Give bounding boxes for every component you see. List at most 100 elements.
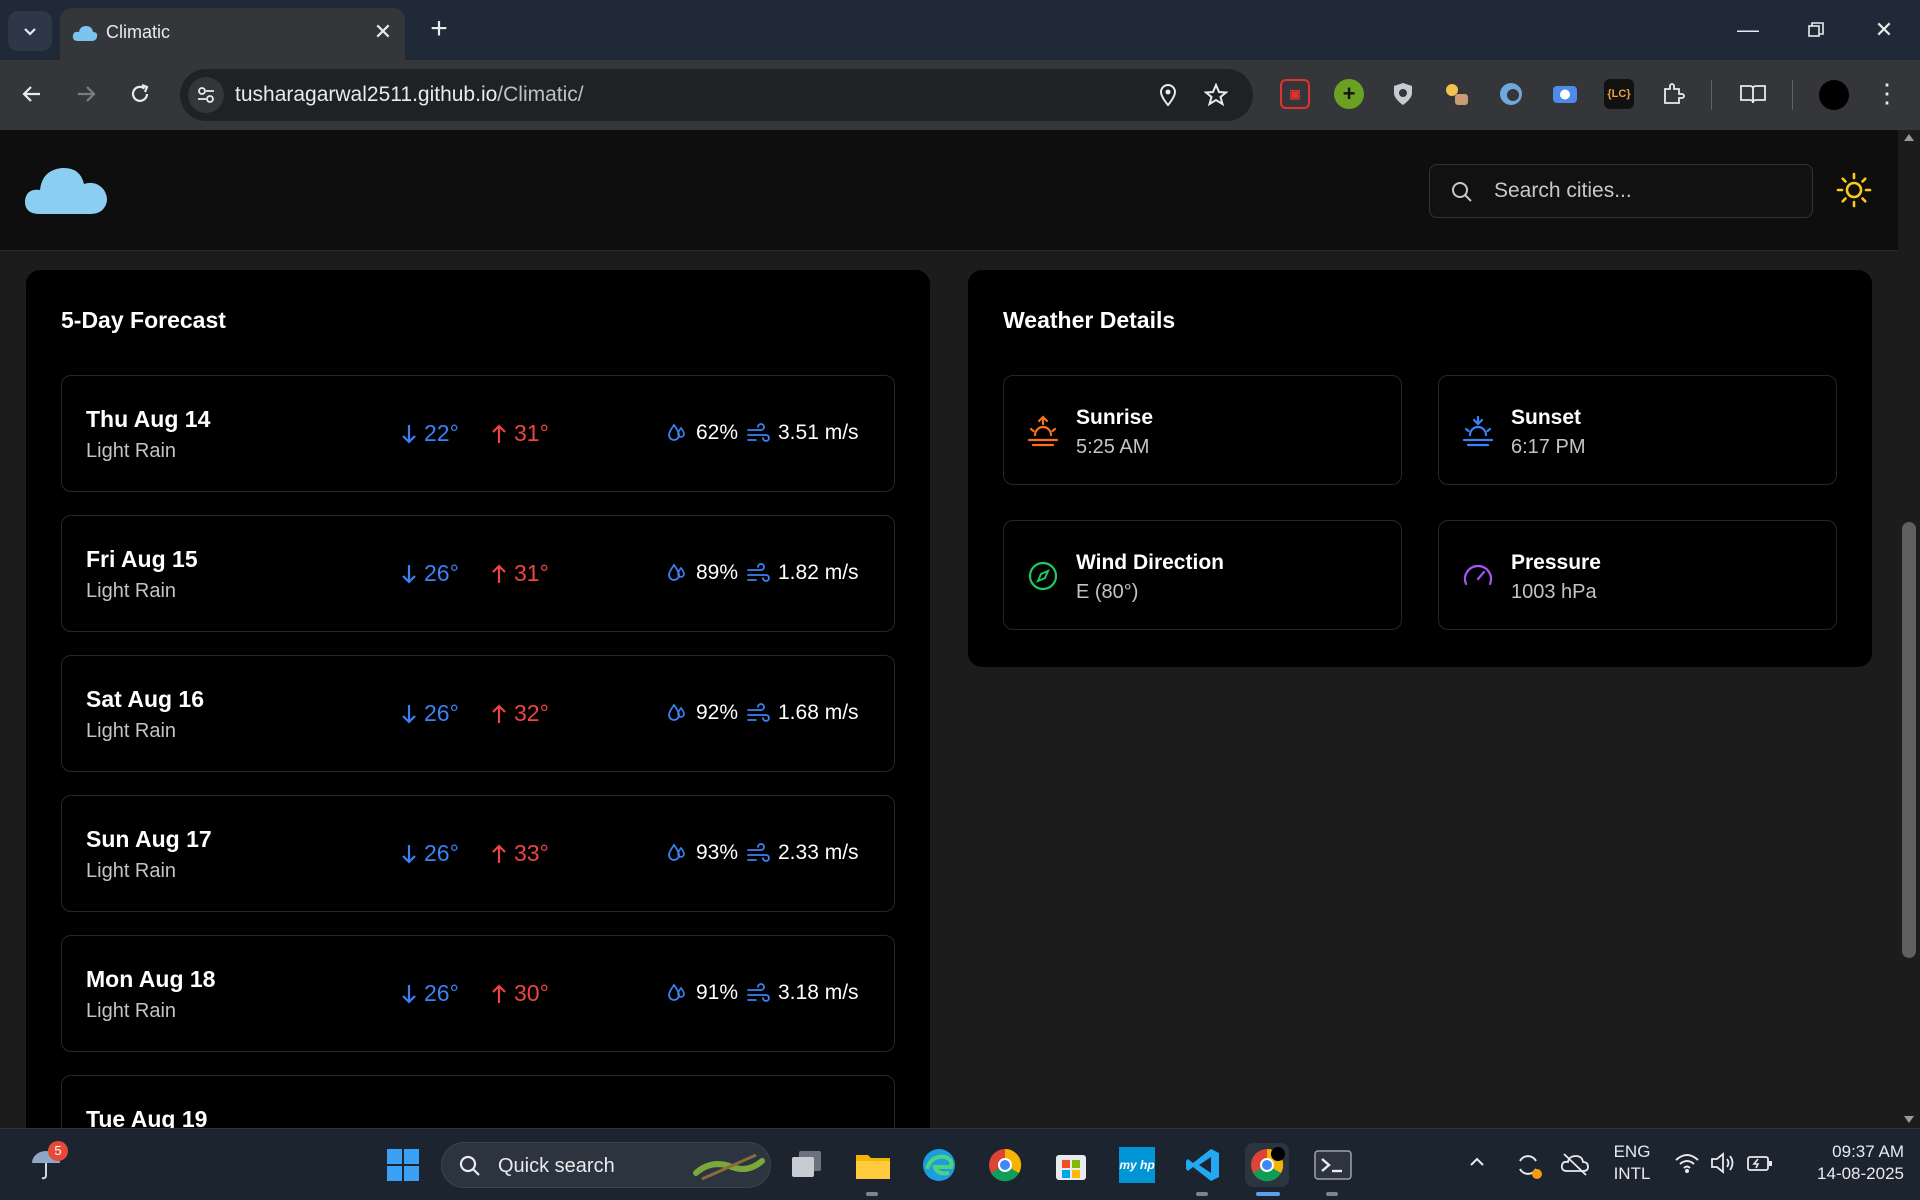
start-button[interactable] bbox=[381, 1143, 425, 1187]
menu-kebab-icon[interactable]: ⋮ bbox=[1874, 78, 1900, 108]
restore-icon bbox=[1808, 22, 1824, 37]
edge-like-extension-icon[interactable] bbox=[1496, 79, 1526, 109]
min-temp-value: 26° bbox=[424, 700, 459, 726]
forecast-row: Sat Aug 16 Light Rain 26° 32° 92% 1.68 m/s bbox=[61, 655, 895, 772]
microsoft-store-button[interactable] bbox=[1049, 1143, 1093, 1187]
volume-icon[interactable] bbox=[1710, 1151, 1736, 1180]
forward-button[interactable] bbox=[66, 74, 106, 114]
page-viewport: 5-Day Forecast Thu Aug 14 Light Rain 22° 31… bbox=[0, 130, 1898, 1128]
myhp-button[interactable]: my hp bbox=[1115, 1143, 1159, 1187]
page-scrollbar[interactable] bbox=[1898, 130, 1920, 1128]
cat-extension-icon[interactable] bbox=[1442, 79, 1472, 109]
language-indicator[interactable]: ENG INTL bbox=[1604, 1141, 1660, 1185]
cloud-offline-icon bbox=[1560, 1153, 1589, 1176]
scroll-up-arrow-icon[interactable] bbox=[1904, 134, 1914, 141]
sync-status-icon[interactable] bbox=[1512, 1149, 1544, 1186]
tab-search-button[interactable] bbox=[8, 11, 52, 51]
max-temp-value: 30° bbox=[514, 980, 549, 1006]
forecast-min-temp: 26° bbox=[400, 840, 459, 867]
running-indicator bbox=[866, 1192, 878, 1196]
forecast-date: Tue Aug 19 bbox=[86, 1106, 208, 1128]
new-tab-button[interactable]: + bbox=[422, 12, 456, 46]
vscode-button[interactable] bbox=[1181, 1143, 1225, 1187]
taskbar-search[interactable]: Quick search bbox=[441, 1142, 771, 1188]
task-view-button[interactable] bbox=[785, 1143, 829, 1187]
sunrise-value: 5:25 AM bbox=[1076, 436, 1150, 458]
tune-icon bbox=[198, 87, 214, 103]
forecast-max-temp: 31° bbox=[490, 420, 549, 447]
clock[interactable]: 09:37 AM 14-08-2025 bbox=[1788, 1141, 1904, 1185]
reading-mode-icon[interactable] bbox=[1738, 79, 1768, 109]
active-indicator bbox=[1256, 1192, 1280, 1196]
app-header bbox=[0, 130, 1898, 251]
windows-logo-icon bbox=[387, 1149, 419, 1181]
forecast-wind: 2.33 m/s bbox=[746, 841, 859, 865]
search-input[interactable] bbox=[1494, 177, 1794, 205]
minimize-button[interactable]: — bbox=[1724, 10, 1772, 50]
terminal-button[interactable] bbox=[1311, 1143, 1355, 1187]
gauge-icon bbox=[1463, 564, 1493, 586]
wind-direction-card: Wind Direction E (80°) bbox=[1003, 520, 1402, 630]
chrome-active-button[interactable] bbox=[1245, 1143, 1289, 1187]
cloud-logo-icon bbox=[24, 167, 107, 214]
profile-avatar[interactable] bbox=[1819, 80, 1849, 110]
forecast-description: Light Rain bbox=[86, 860, 177, 882]
wifi-signal-icon bbox=[1675, 1154, 1699, 1173]
screenshot-extension-icon[interactable] bbox=[1550, 79, 1580, 109]
file-explorer-button[interactable] bbox=[851, 1143, 895, 1187]
reload-button[interactable] bbox=[120, 74, 160, 114]
location-pin-icon[interactable] bbox=[1157, 83, 1179, 107]
battery-icon[interactable] bbox=[1746, 1153, 1774, 1178]
min-temp-value: 22° bbox=[424, 420, 459, 446]
vscode-icon bbox=[1186, 1149, 1219, 1181]
toolbar-divider bbox=[1711, 80, 1712, 110]
forecast-date: Mon Aug 18 bbox=[86, 966, 216, 992]
plus-extension-icon[interactable]: + bbox=[1334, 79, 1364, 109]
humidity-drops-icon bbox=[668, 423, 685, 441]
restore-button[interactable] bbox=[1792, 10, 1840, 50]
humidity-drops-icon bbox=[668, 983, 685, 1001]
city-search-box[interactable] bbox=[1429, 164, 1813, 218]
forecast-wind: 3.51 m/s bbox=[746, 421, 859, 445]
scroll-down-arrow-icon[interactable] bbox=[1904, 1116, 1914, 1123]
forecast-date: Fri Aug 15 bbox=[86, 546, 198, 572]
wifi-icon[interactable] bbox=[1674, 1151, 1700, 1180]
terminal-icon bbox=[1314, 1150, 1352, 1180]
forecast-max-temp: 33° bbox=[490, 840, 549, 867]
onedrive-icon[interactable] bbox=[1560, 1151, 1590, 1182]
code-extension-icon[interactable]: {LC} bbox=[1604, 79, 1634, 109]
language-line1: ENG bbox=[1613, 1142, 1651, 1161]
swirl-icon bbox=[1500, 83, 1522, 105]
chrome-button[interactable] bbox=[983, 1143, 1027, 1187]
tab-close-icon[interactable]: ✕ bbox=[371, 20, 395, 44]
back-button[interactable] bbox=[12, 74, 52, 114]
speaker-icon bbox=[1711, 1152, 1734, 1174]
edge-browser-button[interactable] bbox=[917, 1143, 961, 1187]
compass-icon bbox=[1028, 561, 1058, 591]
browser-tab-climatic[interactable]: Climatic ✕ bbox=[60, 8, 405, 60]
forecast-max-temp: 31° bbox=[490, 560, 549, 587]
site-info-button[interactable] bbox=[188, 77, 224, 113]
extensions-puzzle-icon[interactable] bbox=[1658, 79, 1688, 109]
wind-value: 1.68 m/s bbox=[778, 701, 859, 724]
humidity-value: 91% bbox=[696, 981, 739, 1004]
weather-widget[interactable]: 5 bbox=[28, 1141, 68, 1187]
url-path: /Climatic/ bbox=[497, 83, 584, 106]
humidity-drops-icon bbox=[668, 843, 685, 861]
shield-icon bbox=[1394, 83, 1412, 105]
scrollbar-thumb[interactable] bbox=[1902, 522, 1916, 958]
bookmark-star-icon[interactable] bbox=[1204, 83, 1228, 107]
forecast-date: Sat Aug 16 bbox=[86, 686, 205, 712]
close-window-button[interactable]: ✕ bbox=[1860, 10, 1908, 50]
chevron-down-icon bbox=[24, 28, 36, 36]
wind-direction-label: Wind Direction bbox=[1076, 551, 1224, 574]
sun-theme-toggle-icon[interactable] bbox=[1836, 172, 1872, 208]
forecast-row: Mon Aug 18 Light Rain 26° 30° 91% 3.18 m/s bbox=[61, 935, 895, 1052]
tray-chevron-up-icon[interactable] bbox=[1466, 1151, 1488, 1179]
taskbar-search-label: Quick search bbox=[498, 1155, 615, 1177]
shield-extension-icon[interactable] bbox=[1388, 79, 1418, 109]
back-arrow-icon bbox=[22, 86, 40, 102]
pressure-card: Pressure 1003 hPa bbox=[1438, 520, 1837, 630]
pdf-extension-icon[interactable]: ▣ bbox=[1280, 79, 1310, 109]
address-bar[interactable]: tusharagarwal2511.github.io/Climatic/ bbox=[180, 69, 1253, 121]
